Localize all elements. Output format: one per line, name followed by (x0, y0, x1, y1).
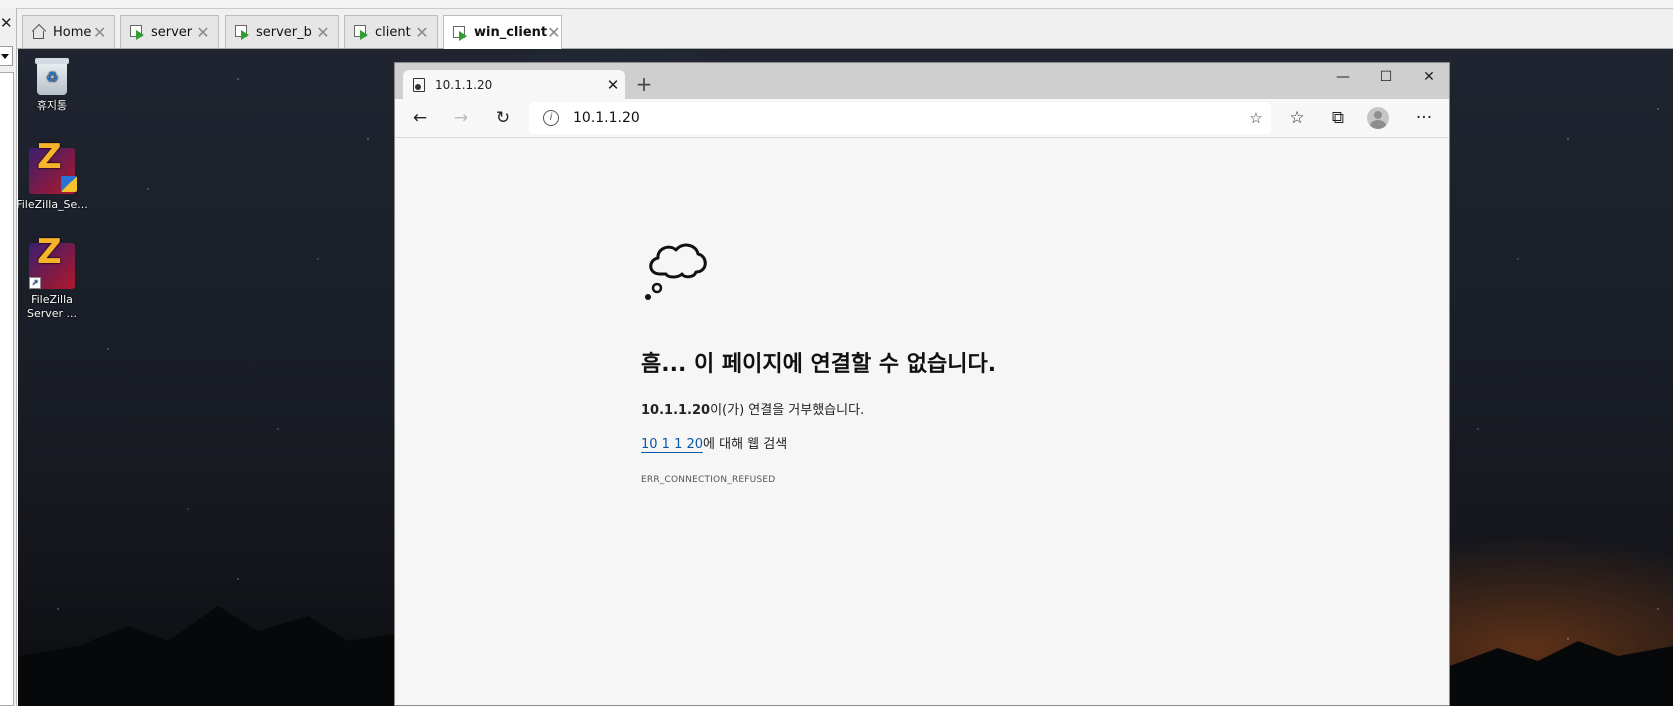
desktop-icon-filezilla-shortcut[interactable]: Z ↗ FileZilla Server ... (18, 235, 89, 321)
tab-win-client[interactable]: win_client ✕ (443, 15, 562, 49)
recycle-bin-icon: ♻ (35, 55, 69, 95)
profile-avatar[interactable] (1367, 107, 1389, 129)
vm-icon (353, 24, 369, 40)
web-search-suffix: 에 대해 웹 검색 (703, 437, 788, 452)
desktop-icon-recycle-bin[interactable]: ♻ 휴지통 (18, 55, 89, 113)
tab-label: server_b (256, 24, 312, 40)
collections-button[interactable]: ⧉ (1322, 102, 1354, 134)
desktop-icon-label: FileZilla_Se... (18, 198, 88, 211)
tab-label: client (375, 24, 411, 40)
more-menu-button[interactable]: ··· (1408, 102, 1440, 134)
vm-tab-strip: Home ✕ server ✕ server_b ✕ client ✕ win_… (17, 9, 1673, 49)
home-icon (31, 24, 47, 40)
browser-tab-close-icon[interactable]: ✕ (601, 76, 625, 94)
new-tab-button[interactable]: + (631, 73, 657, 97)
tab-label: Home (53, 24, 92, 40)
filezilla-server-icon: Z (29, 140, 77, 194)
tab-close-icon[interactable]: ✕ (413, 23, 431, 42)
maximize-button[interactable]: ☐ (1364, 63, 1408, 93)
tab-close-icon[interactable]: ✕ (547, 23, 560, 42)
browser-title-bar: 10.1.1.20 ✕ + — ☐ ✕ (395, 63, 1449, 99)
browser-tab[interactable]: 10.1.1.20 ✕ (403, 70, 625, 99)
left-pane-list[interactable] (0, 72, 14, 706)
browser-toolbar: ← → ↻ i 10.1.1.20 ☆ ☆ ⧉ ··· (395, 99, 1449, 138)
address-input[interactable]: 10.1.1.20 (573, 110, 1241, 126)
tab-home[interactable]: Home ✕ (22, 15, 115, 48)
site-info-icon[interactable]: i (543, 110, 559, 126)
tab-server[interactable]: server ✕ (120, 15, 219, 48)
host-left-pane: ✕ (0, 8, 17, 706)
error-code: ERR_CONNECTION_REFUSED (641, 475, 776, 485)
error-message: 10.1.1.20이(가) 연결을 거부했습니다. (641, 399, 864, 418)
vm-icon (129, 24, 145, 40)
left-pane-dropdown[interactable] (0, 46, 13, 66)
refresh-button[interactable]: ↻ (487, 102, 519, 134)
tab-label: win_client (474, 25, 548, 40)
left-pane-close-icon[interactable]: ✕ (0, 14, 13, 32)
close-window-button[interactable]: ✕ (1407, 63, 1449, 93)
desktop-icon-filezilla-server[interactable]: Z FileZilla_Se... (18, 140, 89, 212)
vm-icon (452, 25, 468, 41)
browser-tab-title: 10.1.1.20 (435, 77, 493, 92)
error-page: 흠... 이 페이지에 연결할 수 없습니다. 10.1.1.20이(가) 연결… (395, 138, 1449, 705)
tab-close-icon[interactable]: ✕ (91, 23, 108, 42)
thought-cloud-icon (645, 243, 707, 300)
host-top-strip (0, 0, 1673, 9)
favorites-button[interactable]: ☆ (1281, 102, 1313, 134)
web-search-suggestion: 10 1 1 20에 대해 웹 검색 (641, 433, 788, 453)
error-message-text: 이(가) 연결을 거부했습니다. (710, 403, 865, 418)
edge-browser-window: 10.1.1.20 ✕ + — ☐ ✕ ← → ↻ i 10.1.1.20 ☆ … (394, 62, 1450, 706)
tab-label: server (151, 24, 193, 40)
page-favicon-icon (413, 77, 425, 92)
filezilla-shortcut-icon: Z ↗ (29, 235, 75, 289)
tab-close-icon[interactable]: ✕ (314, 23, 332, 42)
error-host: 10.1.1.20 (641, 403, 711, 418)
web-search-link[interactable]: 10 1 1 20 (641, 437, 704, 453)
back-button[interactable]: ← (404, 102, 436, 134)
error-title: 흠... 이 페이지에 연결할 수 없습니다. (641, 352, 997, 377)
add-favorite-icon[interactable]: ☆ (1241, 109, 1271, 127)
vm-icon (234, 24, 250, 40)
tab-close-icon[interactable]: ✕ (194, 23, 212, 42)
desktop-icon-label: FileZilla Server ... (26, 293, 78, 320)
desktop-icon-label: 휴지통 (36, 99, 68, 112)
tab-server-b[interactable]: server_b ✕ (225, 15, 339, 48)
address-bar[interactable]: i 10.1.1.20 ☆ (529, 102, 1271, 134)
forward-button[interactable]: → (445, 102, 477, 134)
tab-client[interactable]: client ✕ (344, 15, 438, 48)
minimize-button[interactable]: — (1321, 63, 1365, 93)
